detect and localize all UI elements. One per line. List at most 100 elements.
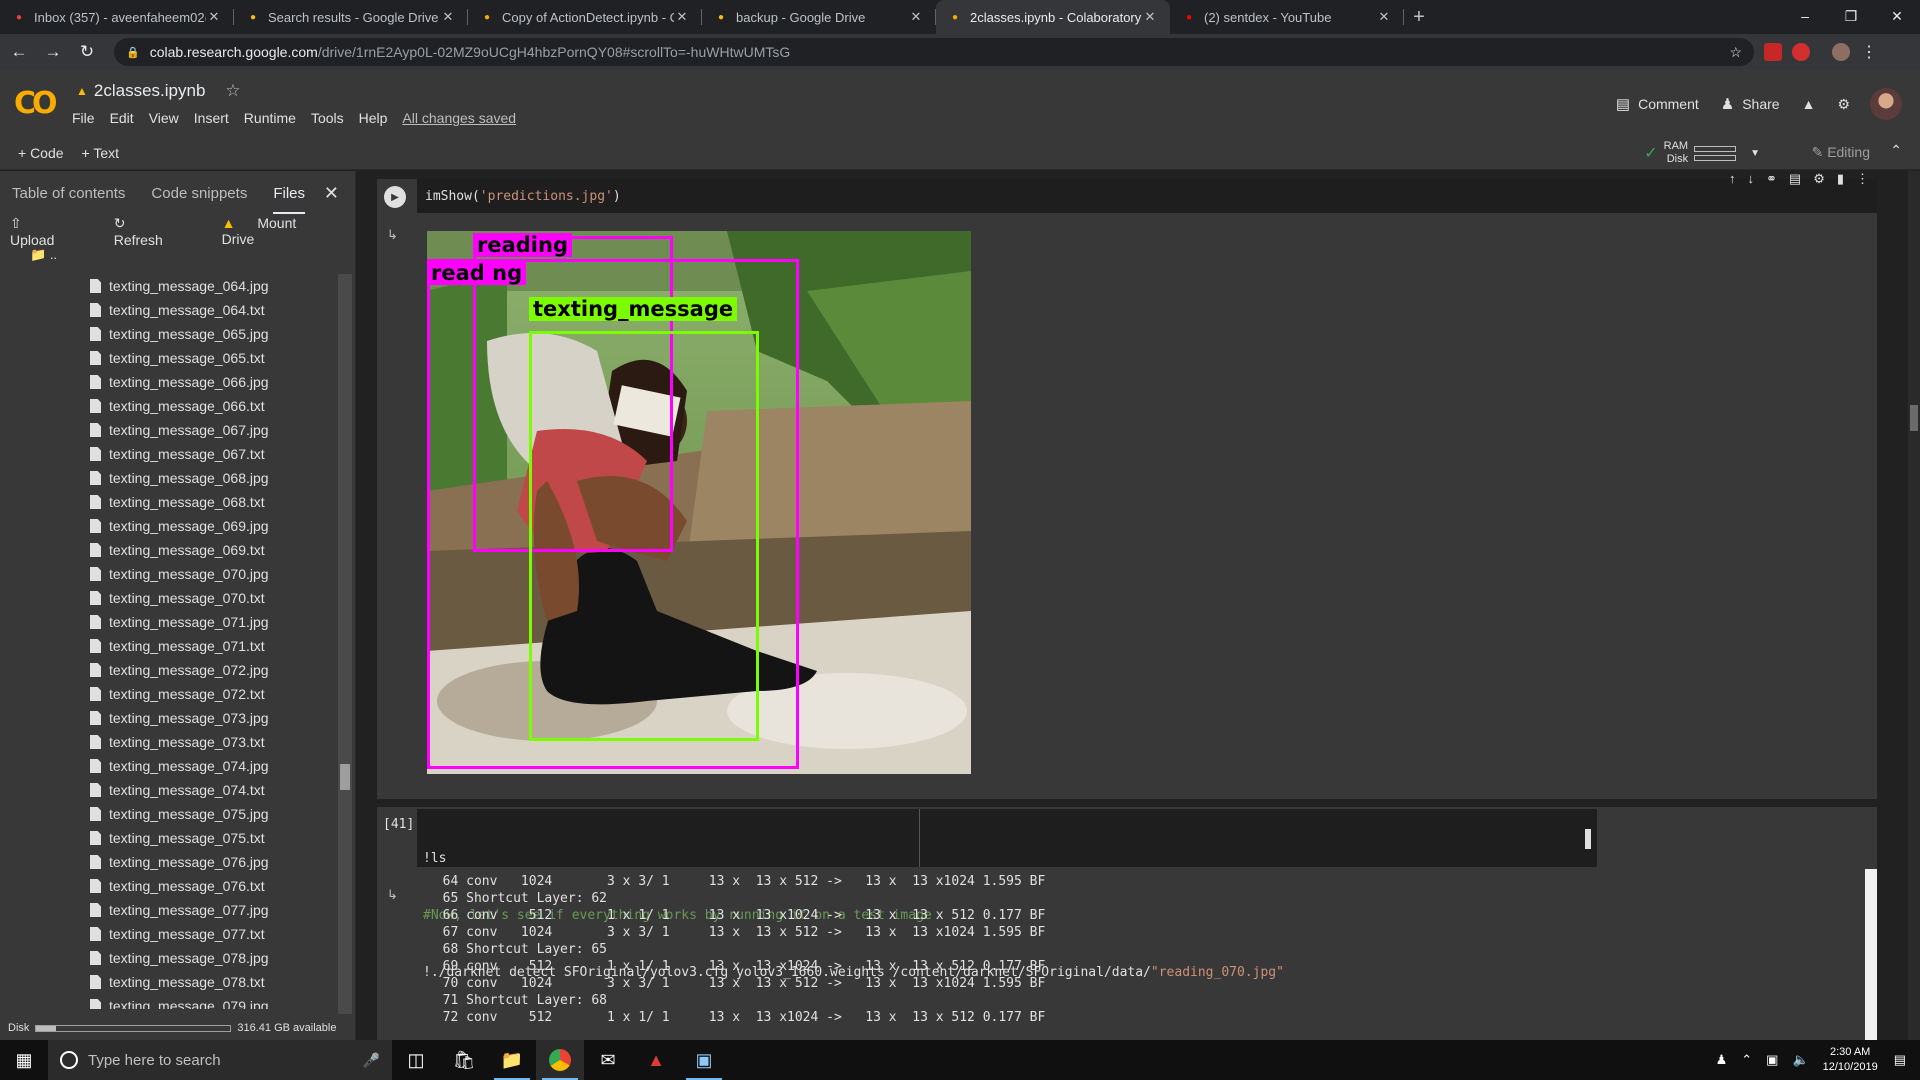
network-icon[interactable]: ▣ [1766,1052,1778,1068]
notebook-scrollbar[interactable] [1908,171,1920,1040]
windows-start-icon[interactable]: ▦ [0,1040,48,1080]
file-item[interactable]: texting_message_074.jpg [0,754,336,778]
resources-indicator[interactable]: ✓ RAM Disk ▼ [1644,140,1760,166]
close-tab-icon[interactable]: ✕ [1376,9,1392,25]
add-text-button[interactable]: + Text [82,145,120,161]
reload-icon[interactable]: ↻ [72,37,102,67]
file-item[interactable]: texting_message_076.txt [0,874,336,898]
save-status[interactable]: All changes saved [402,110,516,126]
parent-folder[interactable]: 📁 .. [0,247,355,269]
menu-insert[interactable]: Insert [194,110,229,126]
upload-button[interactable]: ⇧ Upload [10,215,96,248]
comment-icon[interactable]: ▤ [1789,171,1801,187]
tab-files[interactable]: Files [273,185,305,214]
file-item[interactable]: texting_message_066.jpg [0,370,336,394]
chevron-up-icon[interactable]: ⌃ [1741,1052,1752,1068]
output-icon[interactable]: ↳ [387,887,398,903]
settings-gear-icon[interactable]: ⚙ [1813,171,1825,187]
link-icon[interactable]: ⚭ [1766,171,1777,187]
avatar[interactable] [1870,88,1902,120]
comment-button[interactable]: ▤ Comment [1616,95,1699,113]
more-vert-icon[interactable]: ⋮ [1856,171,1869,187]
browser-tab[interactable]: ● backup - Google Drive ✕ [702,0,936,34]
close-tab-icon[interactable]: ✕ [206,9,222,25]
file-item[interactable]: texting_message_067.txt [0,442,336,466]
file-item[interactable]: texting_message_069.txt [0,538,336,562]
editing-mode[interactable]: ✎ Editing [1812,144,1870,161]
menu-edit[interactable]: Edit [110,110,134,126]
chrome-menu-icon[interactable]: ⋮ [1854,37,1884,67]
file-item[interactable]: texting_message_065.jpg [0,322,336,346]
notifications-icon[interactable]: ▤ [1894,1052,1906,1068]
file-item[interactable]: texting_message_069.jpg [0,514,336,538]
file-item[interactable]: texting_message_075.jpg [0,802,336,826]
forward-icon[interactable]: → [38,37,68,67]
file-item[interactable]: texting_message_072.txt [0,682,336,706]
notebook-title[interactable]: 2classes.ipynb [94,81,206,101]
taskbar-search[interactable]: Type here to search 🎤 [48,1040,392,1080]
menu-tools[interactable]: Tools [311,110,344,126]
file-explorer-icon[interactable]: 📁 [488,1040,536,1080]
tab-code-snippets[interactable]: Code snippets [151,185,247,202]
url-bar[interactable]: 🔒 colab.research.google.com/drive/1rnE2A… [114,38,1754,66]
close-window-icon[interactable]: ✕ [1874,0,1920,32]
close-icon[interactable]: ✕ [324,183,339,204]
mount-drive-button[interactable]: ▲ Mount Drive [222,215,337,247]
move-down-icon[interactable]: ↓ [1747,171,1754,187]
bookmark-star-icon[interactable]: ☆ [1729,44,1742,61]
collapse-header-icon[interactable]: ⌃ [1890,142,1902,159]
scrollbar-thumb[interactable] [1910,405,1918,431]
add-code-button[interactable]: + Code [18,145,64,161]
close-tab-icon[interactable]: ✕ [674,9,690,25]
colab-logo[interactable]: CO [14,86,57,121]
menu-file[interactable]: File [72,110,95,126]
chevron-down-icon[interactable]: ▼ [1750,148,1760,159]
minimize-icon[interactable]: – [1782,0,1828,32]
browser-tab[interactable]: ● Inbox (357) - aveenfaheem02@g ✕ [0,0,234,34]
browser-tab[interactable]: ● 2classes.ipynb - Colaboratory ✕ [936,0,1170,34]
people-icon[interactable]: ♟ [1716,1052,1728,1068]
flask-icon[interactable]: ▲ [1802,96,1816,112]
file-item[interactable]: texting_message_078.jpg [0,946,336,970]
tab-table-of-contents[interactable]: Table of contents [12,185,125,202]
browser-tab[interactable]: ● Copy of ActionDetect.ipynb - Col ✕ [468,0,702,34]
store-icon[interactable]: 🛍 [440,1040,488,1080]
file-item[interactable]: texting_message_068.txt [0,490,336,514]
back-icon[interactable]: ← [4,37,34,67]
file-item[interactable]: texting_message_073.txt [0,730,336,754]
file-item[interactable]: texting_message_078.txt [0,970,336,994]
menu-runtime[interactable]: Runtime [244,110,296,126]
file-item[interactable]: texting_message_076.jpg [0,850,336,874]
file-item[interactable]: texting_message_068.jpg [0,466,336,490]
browser-tab[interactable]: ● (2) sentdex - YouTube ✕ [1170,0,1404,34]
chrome-icon[interactable] [536,1040,584,1080]
browser-tab[interactable]: ● Search results - Google Drive ✕ [234,0,468,34]
code-cell[interactable]: ▶ ↑ ↓ ⚭ ▤ ⚙ ▮ ⋮ imShow('predictions.jpg'… [377,171,1877,799]
file-item[interactable]: texting_message_072.jpg [0,658,336,682]
pdf-extension-icon[interactable] [1764,43,1782,61]
move-up-icon[interactable]: ↑ [1729,171,1736,187]
output-scrollbar[interactable] [1865,869,1877,1040]
settings-gear-icon[interactable]: ⚙ [1837,96,1850,113]
file-item[interactable]: texting_message_074.txt [0,778,336,802]
extension-icon[interactable] [1792,43,1810,61]
file-item[interactable]: texting_message_071.txt [0,634,336,658]
file-item[interactable]: texting_message_077.txt [0,922,336,946]
file-item[interactable]: texting_message_067.jpg [0,418,336,442]
close-tab-icon[interactable]: ✕ [908,9,924,25]
profile-avatar[interactable] [1832,43,1850,61]
code-editor[interactable]: imShow('predictions.jpg') [417,179,1877,213]
file-item[interactable]: texting_message_064.jpg [0,274,336,298]
delete-icon[interactable]: ▮ [1837,171,1844,187]
menu-help[interactable]: Help [359,110,388,126]
task-view-icon[interactable]: ◫ [392,1040,440,1080]
share-button[interactable]: ♟ Share [1721,95,1780,113]
run-cell-button[interactable]: ▶ [384,186,406,208]
scrollbar-thumb[interactable] [340,764,350,790]
file-item[interactable]: texting_message_070.txt [0,586,336,610]
mail-icon[interactable]: ✉ [584,1040,632,1080]
file-item[interactable]: texting_message_064.txt [0,298,336,322]
file-item[interactable]: texting_message_079.jpg [0,994,336,1009]
file-item[interactable]: texting_message_073.jpg [0,706,336,730]
file-item[interactable]: texting_message_077.jpg [0,898,336,922]
